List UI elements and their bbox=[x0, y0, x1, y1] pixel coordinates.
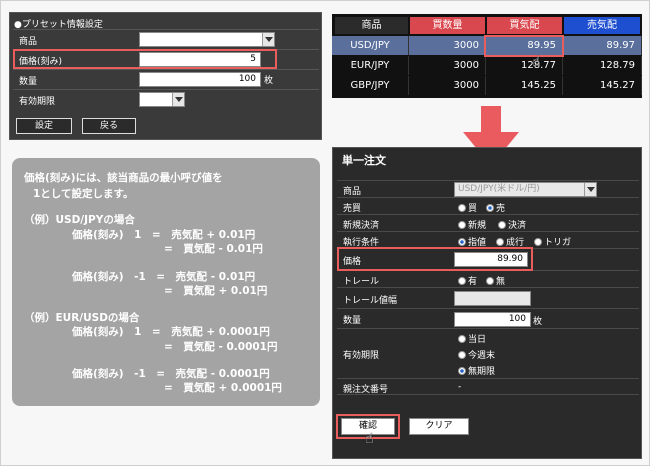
trailing-no-radio[interactable]: 無 bbox=[486, 274, 505, 287]
order-title: 単一注文 bbox=[342, 154, 386, 167]
price-highlight bbox=[337, 247, 533, 271]
order-label-quantity: 数量 bbox=[343, 316, 362, 326]
preset-product-select[interactable] bbox=[139, 32, 275, 47]
order-label-side: 売買 bbox=[343, 204, 362, 214]
info-line: 価格(刻み)には、該当商品の最小呼び値を bbox=[24, 172, 223, 184]
order-row-condition: 執行条件 指値 成行 トリガ bbox=[337, 231, 639, 248]
order-label-expiry: 有効期限 bbox=[343, 351, 380, 361]
side-sell-radio[interactable]: 売 bbox=[486, 201, 505, 214]
preset-set-button[interactable]: 設定 bbox=[16, 118, 72, 134]
price-step-highlight bbox=[13, 49, 277, 69]
price-step-explanation: 価格(刻み)には、該当商品の最小呼び値を 1として設定します。 （例）USD/J… bbox=[12, 158, 320, 406]
clear-button[interactable]: クリア bbox=[409, 418, 469, 435]
order-row-product: 商品 USD/JPY(米ドル/円) bbox=[337, 180, 639, 197]
order-row-quantity: 数量 100 枚 bbox=[337, 308, 639, 328]
preset-label-expiry: 有効期限 bbox=[19, 97, 56, 107]
info-line: 価格(刻み) 1 = 売気配 + 0.0001円 bbox=[72, 326, 270, 338]
rate-header-bid: 買気配 bbox=[487, 17, 562, 34]
preset-row-expiry: 有効期限 bbox=[13, 89, 319, 108]
info-line: = 買気配 - 0.01円 bbox=[164, 243, 263, 255]
rate-qty: 3000 bbox=[409, 56, 486, 75]
order-row-trailing-width: トレール値幅 bbox=[337, 287, 639, 308]
chevron-down-icon[interactable] bbox=[262, 33, 274, 46]
order-label-open-close: 新規決済 bbox=[343, 221, 380, 231]
preset-row-product: 商品 bbox=[13, 29, 319, 48]
rate-qty: 3000 bbox=[409, 76, 486, 95]
info-example-heading: （例）USD/JPYの場合 bbox=[24, 214, 135, 226]
order-row-parent: 親注文番号 - bbox=[337, 378, 639, 395]
rate-header-buy-qty: 買数量 bbox=[410, 17, 485, 34]
info-line: = 買気配 + 0.0001円 bbox=[164, 382, 282, 394]
rate-symbol: USD/JPY bbox=[332, 36, 409, 55]
rate-row-gbpjpy[interactable]: GBP/JPY 3000 145.25 145.27 bbox=[332, 76, 642, 95]
order-label-product: 商品 bbox=[343, 187, 362, 197]
preset-label-quantity: 数量 bbox=[19, 77, 38, 87]
rate-header-symbol: 商品 bbox=[335, 17, 408, 34]
order-quantity-input[interactable]: 100 bbox=[454, 312, 531, 327]
preset-quantity-unit: 枚 bbox=[264, 76, 274, 86]
order-label-trailing: トレール bbox=[343, 277, 380, 287]
screenshot-frame: ●プリセット情報設定 商品 価格(刻み) 5 数量 100 枚 有効期限 設定 … bbox=[0, 0, 650, 466]
order-parent-value: - bbox=[458, 382, 462, 392]
order-row-open-close: 新規決済 新規 決済 bbox=[337, 214, 639, 231]
rate-symbol: GBP/JPY bbox=[332, 76, 409, 95]
info-line: 価格(刻み) -1 = 売気配 - 0.0001円 bbox=[72, 368, 270, 380]
preset-quantity-input[interactable]: 100 bbox=[139, 72, 261, 87]
cond-trigger-radio[interactable]: トリガ bbox=[534, 235, 571, 248]
preset-row-quantity: 数量 100 枚 bbox=[13, 69, 319, 88]
side-buy-radio[interactable]: 買 bbox=[458, 201, 477, 214]
rate-bid[interactable]: 128.77 bbox=[486, 56, 563, 75]
rate-board: 商品 買数量 買気配 売気配 USD/JPY 3000 89.95 89.97 … bbox=[332, 14, 642, 98]
info-line: = 買気配 + 0.01円 bbox=[164, 285, 268, 297]
order-label-trailing-width: トレール値幅 bbox=[343, 296, 398, 306]
rate-ask[interactable]: 145.27 bbox=[563, 76, 642, 95]
info-line: = 買気配 - 0.0001円 bbox=[164, 341, 278, 353]
pointer-hand-icon: ☝ bbox=[532, 54, 541, 70]
order-label-parent: 親注文番号 bbox=[343, 385, 389, 395]
rate-row-eurjpy[interactable]: EUR/JPY 3000 128.77 128.79 bbox=[332, 56, 642, 75]
preset-label-product: 商品 bbox=[19, 37, 38, 47]
expiry-week-radio[interactable]: 今週末 bbox=[458, 348, 495, 361]
info-example-heading: （例）EUR/USDの場合 bbox=[24, 312, 140, 324]
preset-back-button[interactable]: 戻る bbox=[82, 118, 136, 134]
rate-header-ask: 売気配 bbox=[564, 17, 640, 34]
preset-expiry-select[interactable] bbox=[139, 92, 185, 107]
pointer-hand-icon: ☝ bbox=[365, 431, 374, 447]
rate-bid[interactable]: 145.25 bbox=[486, 76, 563, 95]
preset-settings-panel: ●プリセット情報設定 商品 価格(刻み) 5 数量 100 枚 有効期限 設定 … bbox=[9, 12, 322, 140]
order-product-value: USD/JPY(米ドル/円) bbox=[458, 184, 540, 194]
chevron-down-icon[interactable] bbox=[172, 93, 184, 106]
trailing-yes-radio[interactable]: 有 bbox=[458, 274, 477, 287]
rate-ask[interactable]: 89.97 bbox=[563, 36, 642, 55]
order-row-expiry: 有効期限 当日 今週末 無期限 bbox=[337, 328, 639, 378]
single-order-panel: 単一注文 商品 USD/JPY(米ドル/円) 売買 買 売 新規決済 新規 決済… bbox=[332, 147, 642, 459]
order-row-side: 売買 買 売 bbox=[337, 197, 639, 214]
expiry-none-radio[interactable]: 無期限 bbox=[458, 364, 495, 377]
order-product-select[interactable]: USD/JPY(米ドル/円) bbox=[454, 182, 597, 197]
chevron-down-icon[interactable] bbox=[584, 183, 596, 196]
open-new-radio[interactable]: 新規 bbox=[458, 218, 486, 231]
order-quantity-unit: 枚 bbox=[533, 317, 543, 327]
expiry-today-radio[interactable]: 当日 bbox=[458, 332, 486, 345]
rate-symbol: EUR/JPY bbox=[332, 56, 409, 75]
rate-qty: 3000 bbox=[409, 36, 486, 55]
close-settle-radio[interactable]: 決済 bbox=[498, 218, 526, 231]
order-trailing-width-input[interactable] bbox=[454, 291, 531, 306]
info-line: 1として設定します。 bbox=[33, 188, 134, 200]
info-line: 価格(刻み) -1 = 売気配 - 0.01円 bbox=[72, 271, 256, 283]
bid-highlight bbox=[484, 35, 564, 57]
rate-ask[interactable]: 128.79 bbox=[563, 56, 642, 75]
info-line: 価格(刻み) 1 = 売気配 + 0.01円 bbox=[72, 229, 256, 241]
order-row-trailing: トレール 有 無 bbox=[337, 270, 639, 287]
